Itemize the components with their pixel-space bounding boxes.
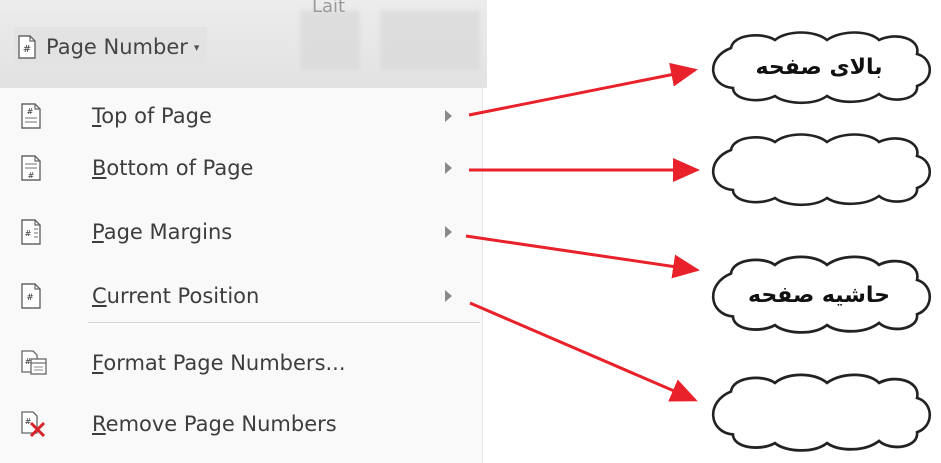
arrow-page-margins [465,234,700,279]
callout-text: بالای صفحه [755,54,883,80]
callout-text [703,130,935,210]
arrow-top-of-page [468,62,698,117]
cloud-callout-page-margins: حاشیه صفحه [703,252,935,338]
callout-text: حاشیه صفحه [747,282,891,308]
callout-text [703,370,935,456]
cloud-callout-bottom-of-page [703,130,935,210]
cloud-callout-top-of-page: بالای صفحه [703,28,935,106]
arrow-current-position [469,301,698,402]
cloud-callout-current-position [703,370,935,456]
